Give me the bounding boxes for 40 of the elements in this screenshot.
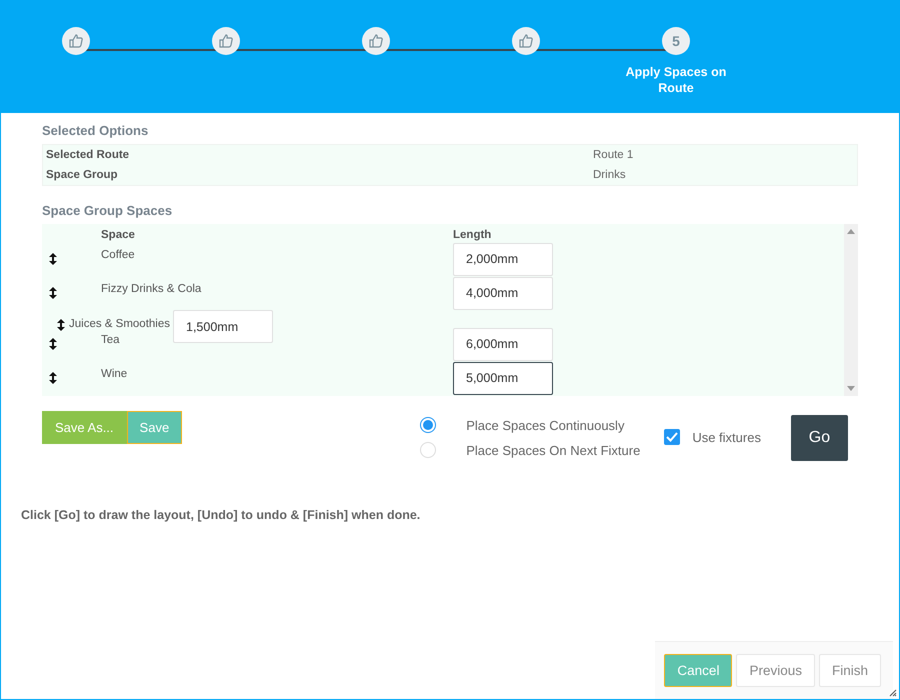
- length-field[interactable]: 6,000mm: [453, 328, 553, 360]
- length-field[interactable]: 2,000mm: [453, 242, 553, 276]
- thumbs-up-icon: [68, 33, 84, 49]
- sort-arrows-icon[interactable]: [48, 338, 58, 350]
- sort-arrows-icon[interactable]: [56, 319, 66, 331]
- thumbs-up-icon: [218, 33, 234, 49]
- sort-arrows-icon[interactable]: [48, 253, 58, 265]
- thumbs-up-icon: [518, 33, 534, 49]
- section-title: Space Group Spaces: [42, 203, 174, 218]
- option-value: Drinks: [593, 169, 626, 181]
- section-title: Selected Options: [42, 123, 150, 138]
- resize-grip-icon[interactable]: [889, 689, 897, 697]
- radio-button[interactable]: [420, 417, 436, 433]
- checkbox[interactable]: [664, 429, 680, 445]
- radio-label: Place Spaces Continuously: [466, 418, 624, 432]
- space-name: Juices & Smoothies: [69, 318, 170, 330]
- radio-label: Place Spaces On Next Fixture: [466, 442, 640, 458]
- option-label: Space Group: [46, 169, 118, 181]
- thumbs-up-icon: [368, 33, 384, 49]
- go-button[interactable]: Go: [790, 415, 848, 461]
- sort-arrows-icon[interactable]: [48, 287, 58, 299]
- step-label: Apply Spaces on Route: [624, 64, 728, 96]
- step-number: 5: [672, 33, 680, 49]
- length-field[interactable]: 1,500mm: [173, 310, 273, 343]
- space-name: Wine: [101, 367, 128, 380]
- column-header: Space: [101, 229, 136, 241]
- checkbox-label: Use fixtures: [692, 430, 761, 444]
- column-header: Length: [453, 229, 492, 241]
- length-field[interactable]: 4,000mm: [453, 276, 553, 310]
- instruction-text: Click [Go] to draw the layout, [Undo] to undo & [Finish] when done.: [21, 508, 422, 522]
- sort-arrows-icon[interactable]: [48, 372, 58, 384]
- option-value: Route 1: [593, 149, 634, 161]
- option-label: Selected Route: [46, 149, 130, 161]
- space-name: Tea: [101, 333, 120, 346]
- space-name: Fizzy Drinks & Cola: [101, 282, 202, 295]
- check-icon: [666, 432, 678, 442]
- finish-button[interactable]: Finish: [818, 654, 881, 687]
- space-name: Coffee: [101, 248, 135, 261]
- previous-button[interactable]: Previous: [736, 654, 815, 687]
- length-field[interactable]: 5,000mm: [453, 362, 553, 394]
